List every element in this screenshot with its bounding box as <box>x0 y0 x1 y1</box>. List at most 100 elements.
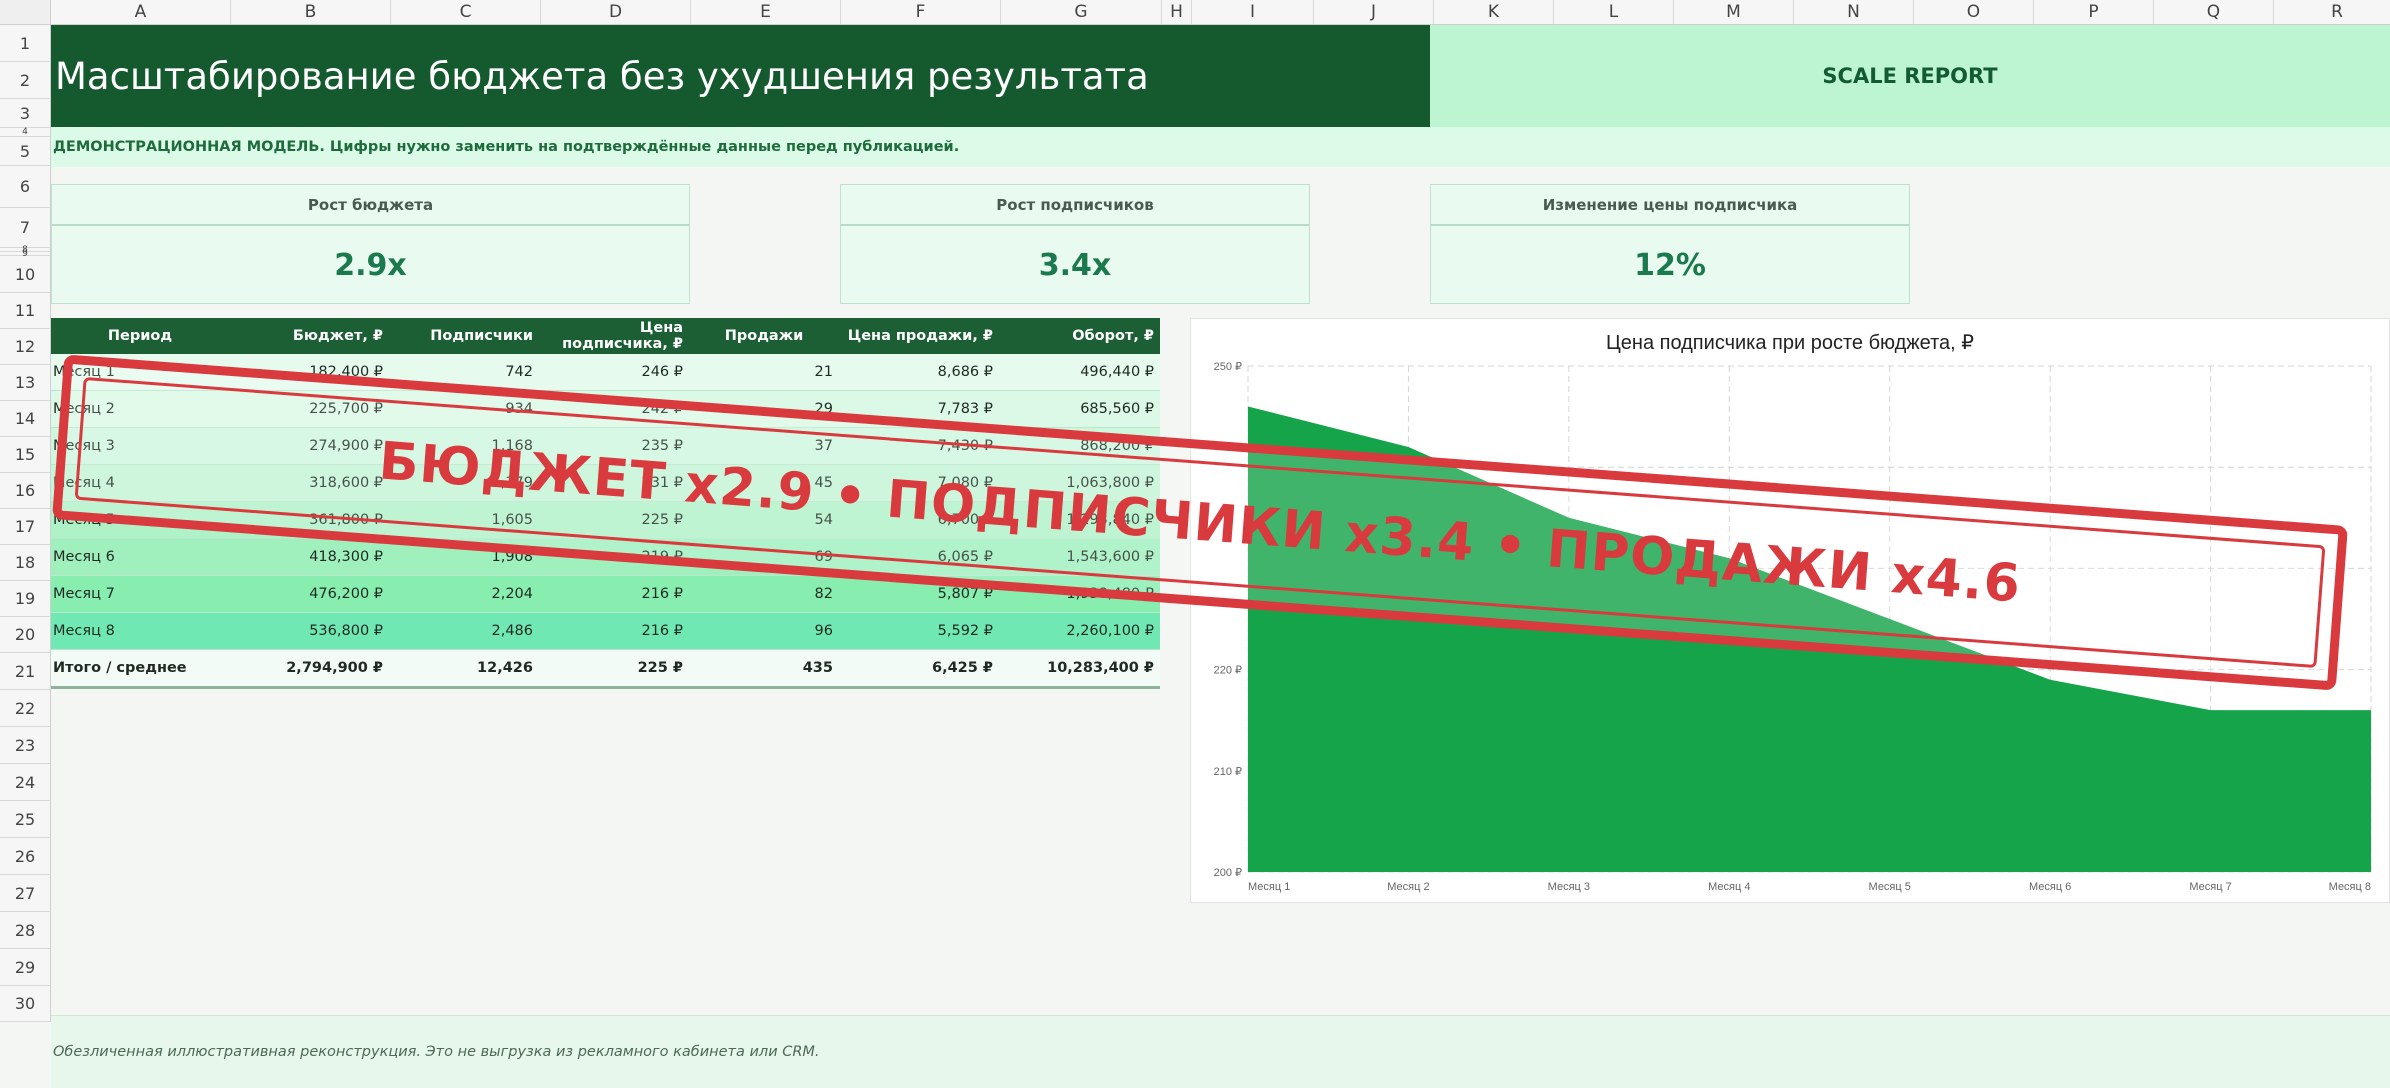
row-header[interactable]: 22 <box>0 690 51 727</box>
row-header[interactable]: 16 <box>0 473 51 509</box>
row-header[interactable]: 4 <box>0 127 51 137</box>
row-header[interactable]: 3 <box>0 99 51 128</box>
x-tick-label: Месяц 2 <box>1387 881 1429 893</box>
table-cell[interactable]: 2,204 <box>389 575 539 613</box>
table-row: Месяц 8 536,800 ₽2,486 216 ₽96 5,592 ₽2,260… <box>51 612 1160 650</box>
row-header[interactable]: 2 <box>0 62 51 99</box>
table-cell[interactable]: 82 <box>689 575 839 613</box>
row-header[interactable]: 27 <box>0 875 51 912</box>
column-header[interactable]: R <box>2274 0 2390 25</box>
total-cell[interactable]: 435 <box>689 649 839 689</box>
footer-note[interactable]: Обезличенная иллюстративная реконструкци… <box>51 1015 2390 1088</box>
row-header[interactable]: 5 <box>0 137 51 166</box>
row-header[interactable]: 11 <box>0 293 51 329</box>
table-cell[interactable]: 496,440 ₽ <box>999 354 1160 391</box>
table-cell[interactable]: 216 ₽ <box>539 612 689 650</box>
row-header[interactable]: 13 <box>0 365 51 401</box>
total-cell[interactable]: 10,283,400 ₽ <box>999 649 1160 689</box>
total-cell[interactable]: 225 ₽ <box>539 649 689 689</box>
kpi-subscriber-price-change[interactable]: Изменение цены подписчика 12% <box>1430 184 1910 304</box>
x-tick-label: Месяц 8 <box>2329 881 2371 893</box>
table-cell[interactable]: Месяц 6 <box>51 538 229 576</box>
row-header[interactable]: 17 <box>0 509 51 545</box>
header-budget[interactable]: Бюджет, ₽ <box>229 318 389 354</box>
kpi-budget-growth[interactable]: Рост бюджета 2.9x <box>51 184 690 304</box>
header-turnover[interactable]: Оборот, ₽ <box>999 318 1160 354</box>
column-header[interactable]: I <box>1192 0 1314 25</box>
select-all-corner[interactable] <box>0 0 51 25</box>
header-subscribers[interactable]: Подписчики <box>389 318 539 354</box>
table-cell[interactable]: 536,800 ₽ <box>229 612 389 650</box>
page-title[interactable]: Масштабирование бюджета без ухудшения ре… <box>51 25 1430 127</box>
column-header[interactable]: N <box>1794 0 1914 25</box>
kpi-label: Изменение цены подписчика <box>1431 185 1909 226</box>
table-cell[interactable]: 216 ₽ <box>539 575 689 613</box>
column-header[interactable]: B <box>231 0 391 25</box>
row-header[interactable]: 29 <box>0 949 51 986</box>
table-cell[interactable]: 685,560 ₽ <box>999 390 1160 428</box>
table-cell[interactable]: Месяц 7 <box>51 575 229 613</box>
column-header[interactable]: C <box>391 0 541 25</box>
column-header[interactable]: F <box>841 0 1001 25</box>
column-header[interactable]: D <box>541 0 691 25</box>
x-tick-label: Месяц 5 <box>1869 881 1911 893</box>
row-header[interactable]: 10 <box>0 256 51 293</box>
row-header[interactable]: 23 <box>0 727 51 764</box>
x-axis: Месяц 1 Месяц 2 Месяц 3 Месяц 4 Месяц 5 Месяц… <box>1248 881 2371 893</box>
row-header[interactable]: 19 <box>0 581 51 617</box>
column-header[interactable]: M <box>1674 0 1794 25</box>
column-header[interactable]: E <box>691 0 841 25</box>
table-cell[interactable]: 8,686 ₽ <box>839 354 999 391</box>
column-header[interactable]: Q <box>2154 0 2274 25</box>
row-header[interactable]: 12 <box>0 329 51 365</box>
kpi-value: 2.9x <box>334 247 407 283</box>
column-header[interactable]: J <box>1314 0 1434 25</box>
row-header[interactable]: 20 <box>0 617 51 653</box>
table-cell[interactable]: 2,486 <box>389 612 539 650</box>
column-header[interactable]: P <box>2034 0 2154 25</box>
table-cell[interactable]: 418,300 ₽ <box>229 538 389 576</box>
table-cell[interactable]: 96 <box>689 612 839 650</box>
column-header[interactable]: O <box>1914 0 2034 25</box>
x-tick-label: Месяц 7 <box>2189 881 2231 893</box>
row-header[interactable]: 24 <box>0 764 51 801</box>
table-cell[interactable]: Месяц 8 <box>51 612 229 650</box>
header-period[interactable]: Период <box>51 318 229 354</box>
row-header[interactable]: 15 <box>0 437 51 473</box>
header-sale-price[interactable]: Цена продажи, ₽ <box>839 318 999 354</box>
column-header[interactable]: L <box>1554 0 1674 25</box>
report-label[interactable]: SCALE REPORT <box>1430 25 2390 127</box>
x-tick-label: Месяц 6 <box>2029 881 2071 893</box>
kpi-subscriber-growth[interactable]: Рост подписчиков 3.4x <box>840 184 1310 304</box>
header-sales[interactable]: Продажи <box>689 318 839 354</box>
column-header[interactable]: G <box>1001 0 1162 25</box>
column-header[interactable]: A <box>51 0 231 25</box>
table-cell[interactable]: 246 ₽ <box>539 354 689 391</box>
demo-note[interactable]: ДЕМОНСТРАЦИОННАЯ МОДЕЛЬ. Цифры нужно зам… <box>51 127 2390 167</box>
header-subscriber-price[interactable]: Цена подписчика, ₽ <box>539 318 689 354</box>
row-header[interactable]: 6 <box>0 166 51 208</box>
table-cell[interactable]: 21 <box>689 354 839 391</box>
column-header[interactable]: K <box>1434 0 1554 25</box>
row-header[interactable]: 7 <box>0 208 51 248</box>
row-header[interactable]: 1 <box>0 25 51 62</box>
kpi-label: Рост бюджета <box>52 185 689 226</box>
row-header[interactable]: 28 <box>0 912 51 949</box>
total-cell[interactable]: 12,426 <box>389 649 539 689</box>
kpi-label: Рост подписчиков <box>841 185 1309 226</box>
row-header[interactable]: 18 <box>0 545 51 581</box>
row-header[interactable]: 14 <box>0 401 51 437</box>
row-header[interactable]: 26 <box>0 838 51 875</box>
y-tick-label: 200 ₽ <box>1214 867 1242 879</box>
y-tick-label: 210 ₽ <box>1214 766 1242 778</box>
total-cell[interactable]: 6,425 ₽ <box>839 649 999 689</box>
row-header[interactable]: 25 <box>0 801 51 838</box>
row-header[interactable]: 30 <box>0 986 51 1022</box>
total-cell[interactable]: Итого / среднее <box>51 649 229 689</box>
total-cell[interactable]: 2,794,900 ₽ <box>229 649 389 689</box>
column-header[interactable]: H <box>1162 0 1192 25</box>
table-cell[interactable]: 2,260,100 ₽ <box>999 612 1160 650</box>
table-cell[interactable]: 5,592 ₽ <box>839 612 999 650</box>
row-header[interactable]: 21 <box>0 653 51 690</box>
table-cell[interactable]: 476,200 ₽ <box>229 575 389 613</box>
